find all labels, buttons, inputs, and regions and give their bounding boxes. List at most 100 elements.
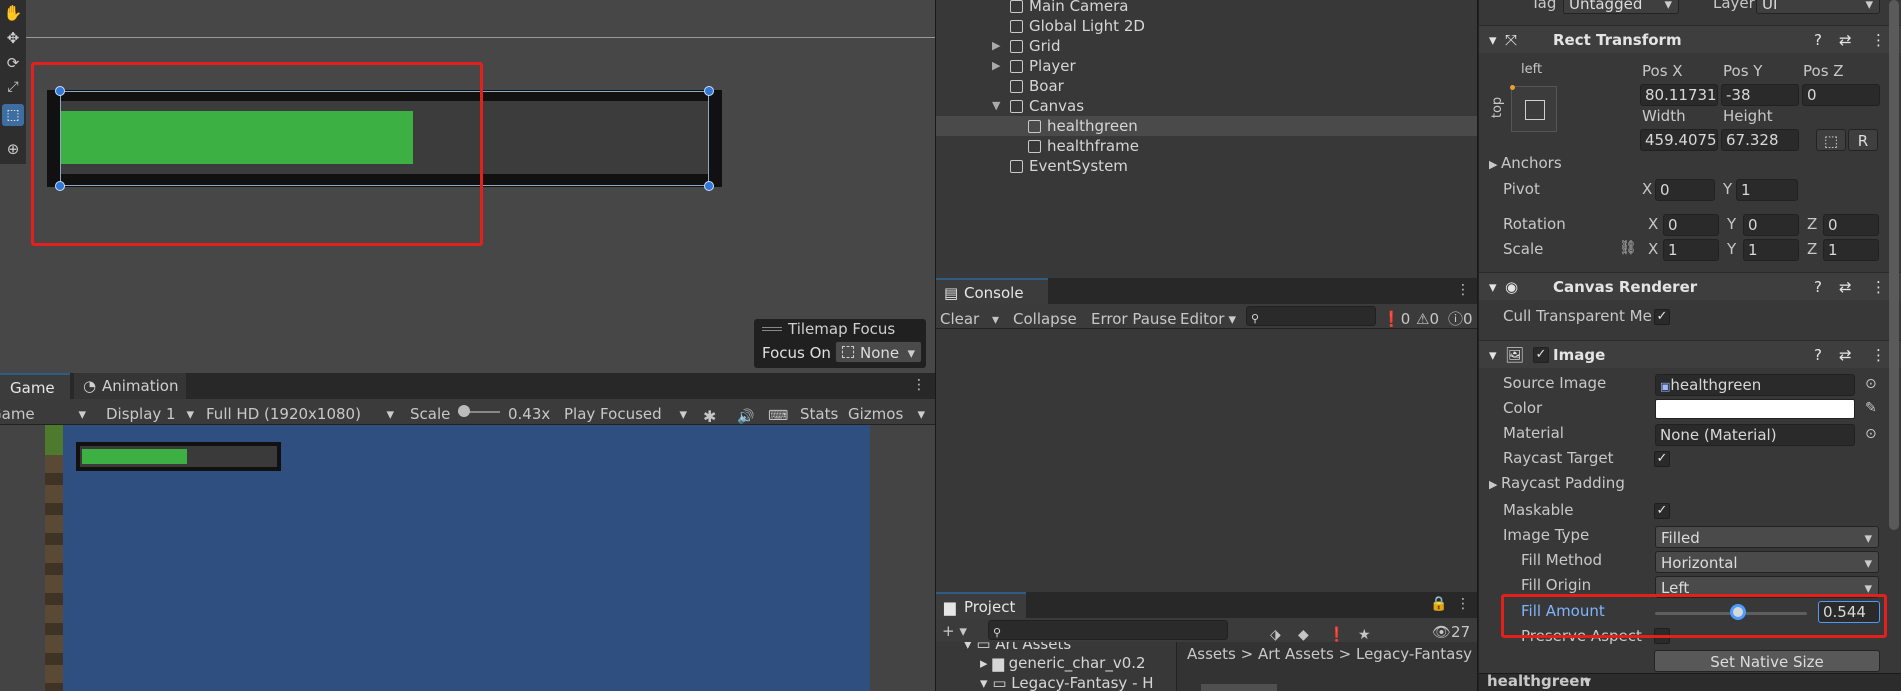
foldout-arrow-icon[interactable]: ▶: [992, 36, 1000, 56]
gameobject-cube-icon: [1010, 160, 1023, 173]
hierarchy-item[interactable]: EventSystem: [936, 156, 1477, 176]
eyedropper-icon[interactable]: ✎: [1865, 400, 1877, 416]
tab-game[interactable]: Game: [0, 373, 70, 399]
presets-icon[interactable]: ⇄: [1839, 273, 1852, 301]
console-log-area[interactable]: [936, 329, 1477, 592]
play-mode-dropdown[interactable]: Play Focused: [558, 401, 693, 427]
focus-on-dropdown[interactable]: None: [835, 341, 922, 364]
scale-slider-thumb[interactable]: [458, 405, 470, 417]
hierarchy-item[interactable]: healthframe: [936, 136, 1477, 156]
console-menu-icon[interactable]: ⋮: [1456, 282, 1470, 298]
rect-handle-tr[interactable]: [704, 86, 714, 96]
rect-tool-icon[interactable]: ⬚: [2, 104, 24, 126]
gizmos-dropdown[interactable]: Gizmos: [846, 401, 931, 427]
tab-console[interactable]: ▤ Console: [936, 278, 1048, 304]
presets-icon[interactable]: ⇄: [1839, 341, 1852, 369]
hierarchy-item[interactable]: ▶ Grid: [936, 36, 1477, 56]
color-swatch[interactable]: [1655, 399, 1855, 419]
stats-button[interactable]: Stats: [800, 401, 838, 427]
transform-tool-icon[interactable]: ⊕: [3, 140, 23, 160]
tag-dropdown[interactable]: Untagged: [1563, 0, 1679, 15]
project-search-input[interactable]: ⚲: [988, 620, 1228, 640]
foldout-arrow-icon[interactable]: ▶: [992, 56, 1000, 76]
set-native-size-button[interactable]: Set Native Size: [1654, 650, 1880, 672]
hierarchy-item[interactable]: ▼ Canvas: [936, 96, 1477, 116]
rotation-y-field[interactable]: 0: [1743, 214, 1799, 236]
width-field[interactable]: 459.4075: [1640, 129, 1718, 151]
rotate-tool-icon[interactable]: ⟳: [3, 54, 23, 74]
preview-object-dropdown[interactable]: healthgreen: [1487, 672, 1597, 690]
hierarchy-item[interactable]: Main Camera: [936, 0, 1477, 16]
component-menu-icon[interactable]: ⋮: [1871, 26, 1886, 54]
pos-y-field[interactable]: -38: [1721, 84, 1799, 106]
cull-transparent-checkbox[interactable]: ✓: [1654, 309, 1670, 325]
display-dropdown[interactable]: Display 1: [100, 401, 200, 427]
breadcrumb-item[interactable]: Legacy-Fantasy: [1356, 645, 1472, 663]
raycast-target-checkbox[interactable]: ✓: [1654, 451, 1670, 467]
scene-view[interactable]: ✋ ✥ ⟳ ⤢ ⬚ ⊕ Tilemap Focus Focus On None: [0, 0, 935, 373]
breadcrumb-item[interactable]: Art Assets: [1258, 645, 1334, 663]
pos-x-field[interactable]: 80.11731: [1640, 84, 1718, 106]
image-enabled-checkbox[interactable]: ✓: [1533, 347, 1549, 363]
fill-method-dropdown[interactable]: Horizontal: [1655, 551, 1879, 574]
object-picker-icon[interactable]: ⊙: [1865, 376, 1877, 392]
move-tool-icon[interactable]: ✥: [3, 29, 23, 49]
raw-edit-button[interactable]: R: [1848, 129, 1878, 151]
rotation-x-field[interactable]: 0: [1663, 214, 1719, 236]
help-icon[interactable]: ?: [1814, 341, 1822, 369]
anchors-foldout[interactable]: ▶ Anchors: [1489, 154, 1562, 172]
scale-y-field[interactable]: 1: [1743, 239, 1799, 261]
pivot-x-field[interactable]: 0: [1655, 179, 1715, 201]
hierarchy-item[interactable]: ▶ Player: [936, 56, 1477, 76]
anchor-presets-button[interactable]: [1510, 85, 1557, 132]
foldout-arrow-icon: ▾: [1489, 31, 1497, 49]
tree-item-legacy-fantasy[interactable]: ▾ ▭ Legacy-Fantasy - H: [936, 673, 1176, 691]
width-label: Width: [1642, 107, 1686, 125]
project-tree: ▾ ▭ Art Assets ▸ ▆ generic_char_v0.2 ▾ ▭…: [936, 642, 1176, 691]
scale-x-field[interactable]: 1: [1663, 239, 1719, 261]
image-type-dropdown[interactable]: Filled: [1655, 526, 1879, 549]
rect-transform-header[interactable]: ▾ ⤧ Rect Transform ? ⇄ ⋮: [1479, 25, 1901, 53]
game-viewport[interactable]: [0, 425, 935, 691]
tab-project[interactable]: ▆ Project: [936, 592, 1026, 618]
component-menu-icon[interactable]: ⋮: [1871, 341, 1886, 369]
inspector-scrollbar[interactable]: [1889, 0, 1899, 530]
kebab-menu-icon[interactable]: ⋮: [912, 377, 926, 393]
project-menu-icon[interactable]: ⋮: [1456, 596, 1470, 612]
hierarchy-item[interactable]: healthgreen: [936, 116, 1477, 136]
resolution-dropdown[interactable]: Full HD (1920x1080): [200, 401, 400, 427]
console-search-input[interactable]: ⚲: [1246, 306, 1376, 326]
scale-tool-icon[interactable]: ⤢: [3, 79, 23, 99]
layer-dropdown[interactable]: UI: [1756, 0, 1880, 15]
material-field[interactable]: None (Material): [1655, 424, 1855, 446]
asset-thumbnail[interactable]: [1201, 684, 1277, 691]
canvas-renderer-header[interactable]: ▾ ◉ Canvas Renderer ? ⇄ ⋮: [1479, 272, 1901, 300]
source-image-field[interactable]: ▣healthgreen: [1655, 374, 1855, 396]
breadcrumb-item[interactable]: Assets: [1187, 645, 1236, 663]
pivot-y-field[interactable]: 1: [1736, 179, 1798, 201]
image-header[interactable]: ▾ 🖼 ✓ Image ? ⇄ ⋮: [1479, 340, 1901, 368]
maskable-checkbox[interactable]: ✓: [1654, 503, 1670, 519]
create-button[interactable]: + ▾: [942, 618, 967, 644]
raycast-padding-foldout[interactable]: ▶ Raycast Padding: [1489, 474, 1625, 492]
foldout-arrow-icon[interactable]: ▼: [992, 96, 1000, 116]
hand-tool-icon[interactable]: ✋: [3, 4, 23, 24]
hierarchy-item[interactable]: Boar: [936, 76, 1477, 96]
presets-icon[interactable]: ⇄: [1839, 26, 1852, 54]
help-icon[interactable]: ?: [1814, 26, 1822, 54]
lock-icon[interactable]: 🔒: [1430, 596, 1447, 612]
component-menu-icon[interactable]: ⋮: [1871, 273, 1886, 301]
rect-handle-br[interactable]: [704, 181, 714, 191]
object-picker-icon[interactable]: ⊙: [1865, 426, 1877, 442]
tree-item-generic-char[interactable]: ▸ ▆ generic_char_v0.2: [936, 653, 1176, 673]
tab-animation[interactable]: ◔ Animation: [74, 373, 186, 399]
blueprint-mode-button[interactable]: ⬚: [1816, 129, 1846, 151]
hierarchy-item[interactable]: Global Light 2D: [936, 16, 1477, 36]
height-field[interactable]: 67.328: [1721, 129, 1799, 151]
pos-z-field[interactable]: 0: [1802, 84, 1880, 106]
rotation-z-field[interactable]: 0: [1823, 214, 1879, 236]
scale-z-field[interactable]: 1: [1823, 239, 1879, 261]
view-select-dropdown[interactable]: Game: [0, 401, 92, 427]
constrain-proportions-icon[interactable]: ⛓: [1619, 240, 1637, 256]
help-icon[interactable]: ?: [1814, 273, 1822, 301]
